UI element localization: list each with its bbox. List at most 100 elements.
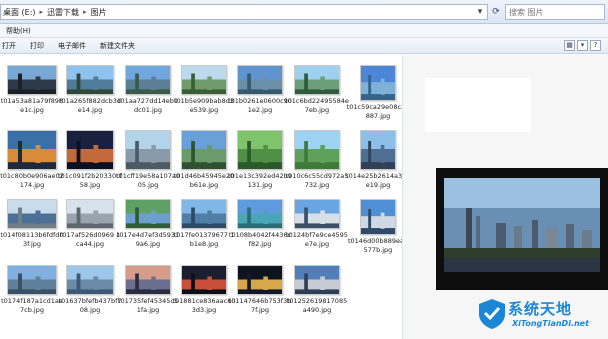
file-name: t017fe01379677 1b1e8.jpg <box>173 231 235 248</box>
file-item[interactable]: t01637bfefb437bf708.jpg <box>58 265 122 314</box>
breadcrumb-downloads[interactable]: 迅雷下载 <box>45 7 81 18</box>
file-item[interactable]: t014e25b2614a3c5e19.jpg <box>346 130 410 189</box>
file-item[interactable]: t0108b4042f4436cf82.jpg <box>228 199 292 248</box>
image-thumbnail[interactable] <box>181 130 227 170</box>
file-name: t01c091f2b20330cf58.jpg <box>58 172 122 189</box>
image-thumbnail[interactable] <box>7 199 57 229</box>
image-thumbnail[interactable] <box>66 265 114 295</box>
image-thumbnail[interactable] <box>237 265 283 295</box>
file-item[interactable]: t01881ce836aac603d3.jpg <box>172 265 236 314</box>
email-button[interactable]: 电子邮件 <box>58 41 86 51</box>
image-thumbnail[interactable] <box>294 265 340 295</box>
file-name: t0108b4042f4436cf82.jpg <box>228 231 292 248</box>
image-thumbnail[interactable] <box>66 130 114 170</box>
file-item[interactable]: t0174f187a1cd1ae7cb.jpg <box>0 265 64 314</box>
image-thumbnail[interactable] <box>294 65 340 95</box>
file-name: t01637bfefb437bf708.jpg <box>58 297 122 314</box>
file-item[interactable]: t017e4d7ef3d59319a6.jpg <box>116 199 180 248</box>
new-folder-button[interactable]: 新建文件夹 <box>100 41 135 51</box>
file-item[interactable]: t01a53a81a79f898e1c.jpg <box>0 65 64 114</box>
image-thumbnail[interactable] <box>125 199 171 229</box>
file-name: t0124bf7e9ce4595e7e.jpg <box>286 231 348 248</box>
image-thumbnail[interactable] <box>237 130 283 170</box>
address-input[interactable]: 桌面 (E:) ▸ 迅雷下载 ▸ 图片 <box>0 4 488 20</box>
image-thumbnail[interactable] <box>360 199 396 235</box>
file-item[interactable]: t01735fef45345c51fa.jpg <box>116 265 180 314</box>
file-item[interactable]: t01c80b0e906ae02174.jpg <box>0 130 64 189</box>
file-item[interactable]: t01c59ca29e08c33887.jpg <box>346 65 410 120</box>
image-thumbnail[interactable] <box>125 265 171 295</box>
file-item[interactable]: t017fe01379677 1b1e8.jpg <box>172 199 236 248</box>
breadcrumb-separator-icon[interactable]: ▸ <box>38 8 46 16</box>
image-thumbnail[interactable] <box>7 65 57 95</box>
file-name: t017e4d7ef3d59319a6.jpg <box>116 231 180 248</box>
file-name: t014f08113b6fdfd03f.jpg <box>0 231 64 248</box>
image-thumbnail[interactable] <box>294 199 340 229</box>
file-item[interactable]: t01c6bd22495584e7eb.jpg <box>285 65 349 114</box>
file-item[interactable]: t01a265f882dcb3de14.jpg <box>58 65 122 114</box>
file-name: t01c6bd22495584e7eb.jpg <box>285 97 349 114</box>
file-item[interactable]: t01c091f2b20330cf58.jpg <box>58 130 122 189</box>
command-bar: 打开 打印 电子邮件 新建文件夹 <box>0 38 608 54</box>
search-input[interactable]: 搜索 图片 <box>505 4 605 20</box>
breadcrumb-pictures[interactable]: 图片 <box>89 7 109 18</box>
file-item[interactable]: t014f08113b6fdfd03f.jpg <box>0 199 64 248</box>
breadcrumb-root[interactable]: 桌面 (E:) <box>1 7 38 18</box>
file-name: t017af526d0969 1ca44.jpg <box>59 231 121 248</box>
file-name: t01cff19e58a107a005.jpg <box>116 172 180 189</box>
file-item[interactable]: t017af526d0969 1ca44.jpg <box>58 199 122 248</box>
search-placeholder: 搜索 图片 <box>509 7 544 17</box>
file-name: t01b5e909bab8d3e539.jpg <box>173 97 235 114</box>
file-name: t01881ce836aac603d3.jpg <box>172 297 236 314</box>
image-thumbnail[interactable] <box>66 199 114 229</box>
file-item[interactable]: t01252619817085a490.jpg <box>285 265 349 314</box>
file-name: t01c80b0e906ae02174.jpg <box>0 172 64 189</box>
menu-help[interactable]: 帮助(H) <box>6 26 31 36</box>
shield-logo-icon <box>479 299 505 329</box>
image-thumbnail[interactable] <box>125 130 171 170</box>
file-item[interactable]: t01147646b753f3b7f.jpg <box>228 265 292 314</box>
preview-blank-area <box>425 78 531 132</box>
file-name: t01aa727dd14eb9dc01.jpg <box>118 97 178 114</box>
print-button[interactable]: 打印 <box>30 41 44 51</box>
image-thumbnail[interactable] <box>360 130 396 170</box>
view-dropdown-icon[interactable]: ▾ <box>577 40 588 51</box>
file-item[interactable]: t01aa727dd14eb9dc01.jpg <box>116 65 180 114</box>
menu-bar: 帮助(H) <box>0 24 608 38</box>
file-item[interactable]: t01b5e909bab8d3e539.jpg <box>172 65 236 114</box>
file-item[interactable]: t01cff19e58a107a005.jpg <box>116 130 180 189</box>
image-thumbnail[interactable] <box>181 199 227 229</box>
preview-photo <box>444 178 600 272</box>
file-item[interactable]: t01b0261e0600c901e2.jpg <box>228 65 292 114</box>
open-button[interactable]: 打开 <box>2 41 16 51</box>
watermark-title: 系统天地 <box>508 300 573 318</box>
change-view-icon[interactable]: ▦ <box>564 40 575 51</box>
file-item[interactable]: t0124bf7e9ce4595e7e.jpg <box>285 199 349 248</box>
file-name: t01147646b753f3b7f.jpg <box>228 297 292 314</box>
image-thumbnail[interactable] <box>66 65 114 95</box>
help-icon[interactable]: ? <box>590 40 601 51</box>
image-thumbnail[interactable] <box>237 65 283 95</box>
watermark-url: XiTongTianDi.net <box>512 319 589 328</box>
image-thumbnail[interactable] <box>294 130 340 170</box>
image-thumbnail[interactable] <box>7 265 57 295</box>
address-dropdown-icon[interactable]: ▾ <box>473 4 487 20</box>
refresh-icon[interactable]: ⟳ <box>489 4 503 20</box>
file-name: t01a265f882dcb3de14.jpg <box>59 97 121 114</box>
file-name: t01e13c392ed42b9131.jpg <box>228 172 292 189</box>
preview-image <box>436 168 608 290</box>
image-thumbnail[interactable] <box>125 65 171 95</box>
file-item[interactable]: t01e13c392ed42b9131.jpg <box>228 130 292 189</box>
view-controls: ▦ ▾ ? <box>564 40 601 52</box>
image-thumbnail[interactable] <box>181 265 227 295</box>
file-item[interactable]: t010c6c55cd972a5732.jpg <box>285 130 349 189</box>
breadcrumb-separator-icon[interactable]: ▸ <box>81 8 89 16</box>
file-item[interactable]: t01d46b45945e20b61e.jpg <box>172 130 236 189</box>
file-name: t01735fef45345c51fa.jpg <box>117 297 179 314</box>
file-item[interactable]: t0146d00b889eae577b.jpg <box>346 199 410 254</box>
image-thumbnail[interactable] <box>360 65 396 101</box>
image-thumbnail[interactable] <box>181 65 227 95</box>
image-thumbnail[interactable] <box>7 130 57 170</box>
file-name: t0174f187a1cd1ae7cb.jpg <box>1 297 63 314</box>
image-thumbnail[interactable] <box>237 199 283 229</box>
